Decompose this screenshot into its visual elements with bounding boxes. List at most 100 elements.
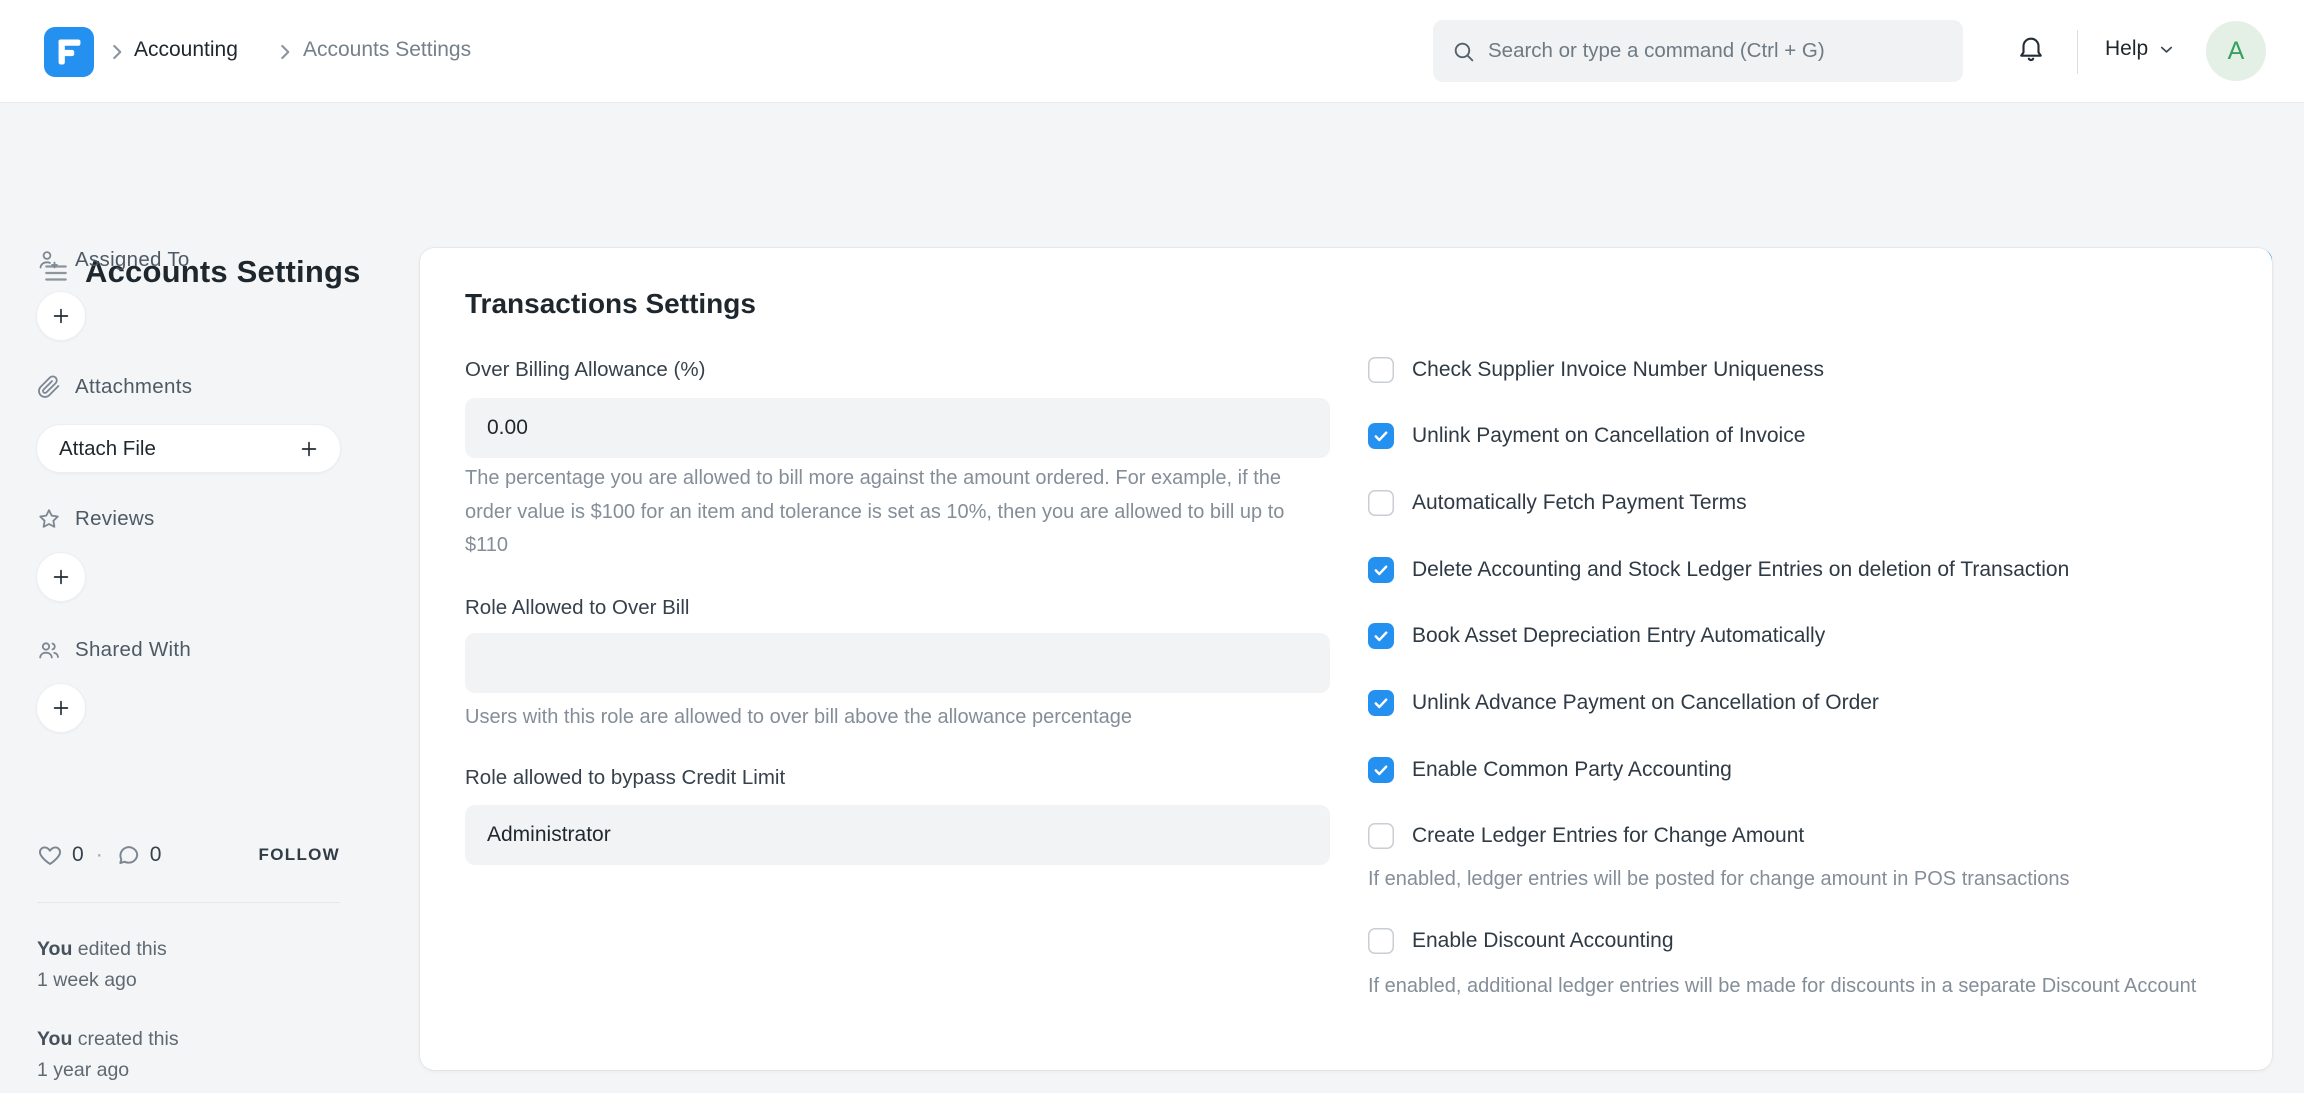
- checkbox[interactable]: [1368, 490, 1394, 516]
- navbar-divider: [2077, 30, 2078, 74]
- history-when: 1 year ago: [37, 1055, 179, 1086]
- help-label: Help: [2105, 37, 2148, 61]
- attachments-section: Attachments: [37, 375, 192, 399]
- chevron-right-icon: [104, 39, 130, 65]
- form-fields-column: Over Billing Allowance (%) The percentag…: [465, 248, 1330, 1070]
- checkbox-row: Check Supplier Invoice Number Uniqueness: [1368, 353, 1824, 387]
- checkbox-row: Book Asset Depreciation Entry Automatica…: [1368, 619, 1825, 653]
- check-icon: [1372, 761, 1390, 779]
- checkbox-label: Enable Common Party Accounting: [1412, 758, 1732, 782]
- help-menu[interactable]: Help: [2105, 37, 2176, 61]
- assigned-to-label: Assigned To: [75, 248, 190, 272]
- follow-button[interactable]: FOLLOW: [259, 845, 340, 865]
- attach-file-label: Attach File: [59, 437, 156, 461]
- user-avatar[interactable]: A: [2206, 21, 2266, 81]
- count-separator: ·: [96, 843, 103, 867]
- page-header: Accounts Settings Save: [0, 103, 2304, 218]
- avatar-letter: A: [2228, 37, 2245, 66]
- field-label-over-billing-allowance: Over Billing Allowance (%): [465, 353, 705, 387]
- search-input[interactable]: [1488, 39, 1945, 63]
- notifications-button[interactable]: [2016, 33, 2046, 63]
- checkbox-label: Unlink Advance Payment on Cancellation o…: [1412, 691, 1879, 715]
- checkbox[interactable]: [1368, 623, 1394, 649]
- checkbox-row: Unlink Payment on Cancellation of Invoic…: [1368, 419, 1805, 453]
- plus-icon: [50, 566, 72, 588]
- over-billing-allowance-input[interactable]: [465, 398, 1330, 458]
- checkbox-label: Check Supplier Invoice Number Uniqueness: [1412, 358, 1824, 382]
- checkbox-label: Create Ledger Entries for Change Amount: [1412, 824, 1804, 848]
- history-when: 1 week ago: [37, 965, 167, 996]
- comments-count: 0: [150, 843, 162, 867]
- assigned-to-section: Assigned To: [37, 248, 190, 272]
- erpnext-logo-icon: [44, 27, 94, 77]
- shared-with-label: Shared With: [75, 638, 191, 662]
- checkbox-row: Enable Common Party Accounting: [1368, 753, 1732, 787]
- field-help-text: The percentage you are allowed to bill m…: [465, 462, 1307, 563]
- checkbox-label: Book Asset Depreciation Entry Automatica…: [1412, 624, 1825, 648]
- breadcrumb-section[interactable]: Accounting: [134, 38, 238, 62]
- checkbox-label: Delete Accounting and Stock Ledger Entri…: [1412, 558, 2069, 582]
- plus-icon: [50, 697, 72, 719]
- edited-history-entry: You edited this 1 week ago: [37, 934, 167, 996]
- field-label-role-bypass-credit-limit: Role allowed to bypass Credit Limit: [465, 761, 785, 795]
- checkbox-label: Enable Discount Accounting: [1412, 929, 1674, 953]
- star-icon: [37, 507, 61, 531]
- check-icon: [1372, 627, 1390, 645]
- reviews-section: Reviews: [37, 507, 155, 531]
- checkbox-row: Unlink Advance Payment on Cancellation o…: [1368, 686, 1879, 720]
- add-review-button[interactable]: [37, 553, 85, 601]
- checkbox-label: Unlink Payment on Cancellation of Invoic…: [1412, 424, 1805, 448]
- likes-count: 0: [72, 843, 84, 867]
- created-history-entry: You created this 1 year ago: [37, 1024, 179, 1086]
- checkbox[interactable]: [1368, 557, 1394, 583]
- transactions-settings-card: Transactions Settings Over Billing Allow…: [420, 248, 2272, 1070]
- users-icon: [37, 638, 61, 662]
- history-action: edited this: [72, 938, 166, 960]
- add-assignment-button[interactable]: [37, 292, 85, 340]
- global-search[interactable]: [1433, 20, 1963, 82]
- document-reactions: 0 · 0 FOLLOW: [37, 840, 340, 870]
- bell-icon: [2016, 33, 2046, 63]
- role-bypass-credit-limit-input[interactable]: [465, 805, 1330, 865]
- checkbox-column: Check Supplier Invoice Number Uniqueness…: [1368, 248, 2227, 1070]
- reviews-label: Reviews: [75, 507, 155, 531]
- attachments-label: Attachments: [75, 375, 192, 399]
- checkbox[interactable]: [1368, 823, 1394, 849]
- checkbox-help-text: If enabled, additional ledger entries wi…: [1368, 970, 2227, 1003]
- history-action: created this: [72, 1028, 178, 1050]
- role-allowed-to-over-bill-input[interactable]: [465, 633, 1330, 693]
- navbar: Accounting Accounts Settings Help A: [0, 0, 2304, 103]
- checkbox-row: Enable Discount Accounting: [1368, 924, 1674, 958]
- checkbox-help-text: If enabled, ledger entries will be poste…: [1368, 863, 2227, 896]
- checkbox[interactable]: [1368, 423, 1394, 449]
- checkbox-row: Automatically Fetch Payment Terms: [1368, 486, 1747, 520]
- app-logo[interactable]: [44, 27, 94, 77]
- attach-file-button[interactable]: Attach File: [37, 425, 340, 472]
- plus-icon: [298, 438, 320, 460]
- plus-icon: [50, 305, 72, 327]
- field-label-role-allowed-to-over-bill: Role Allowed to Over Bill: [465, 591, 689, 625]
- checkbox-row: Create Ledger Entries for Change Amount: [1368, 819, 1804, 853]
- checkbox-row: Delete Accounting and Stock Ledger Entri…: [1368, 553, 2069, 587]
- checkbox[interactable]: [1368, 757, 1394, 783]
- document-sidebar: Assigned To Attachments Attach File Revi…: [37, 248, 340, 1093]
- breadcrumb-page: Accounts Settings: [303, 38, 471, 62]
- checkbox-label: Automatically Fetch Payment Terms: [1412, 491, 1747, 515]
- check-icon: [1372, 694, 1390, 712]
- check-icon: [1372, 427, 1390, 445]
- add-share-button[interactable]: [37, 684, 85, 732]
- shared-with-section: Shared With: [37, 638, 191, 662]
- heart-icon[interactable]: [37, 842, 63, 868]
- search-icon: [1451, 39, 1476, 64]
- paperclip-icon: [37, 375, 61, 399]
- history-who: You: [37, 1028, 72, 1050]
- field-help-text: Users with this role are allowed to over…: [465, 701, 1307, 735]
- history-who: You: [37, 938, 72, 960]
- checkbox[interactable]: [1368, 357, 1394, 383]
- assign-user-icon: [37, 248, 61, 272]
- chevron-right-icon: [272, 39, 298, 65]
- sidebar-divider: [37, 902, 340, 903]
- checkbox[interactable]: [1368, 690, 1394, 716]
- checkbox[interactable]: [1368, 928, 1394, 954]
- comment-icon[interactable]: [115, 842, 141, 868]
